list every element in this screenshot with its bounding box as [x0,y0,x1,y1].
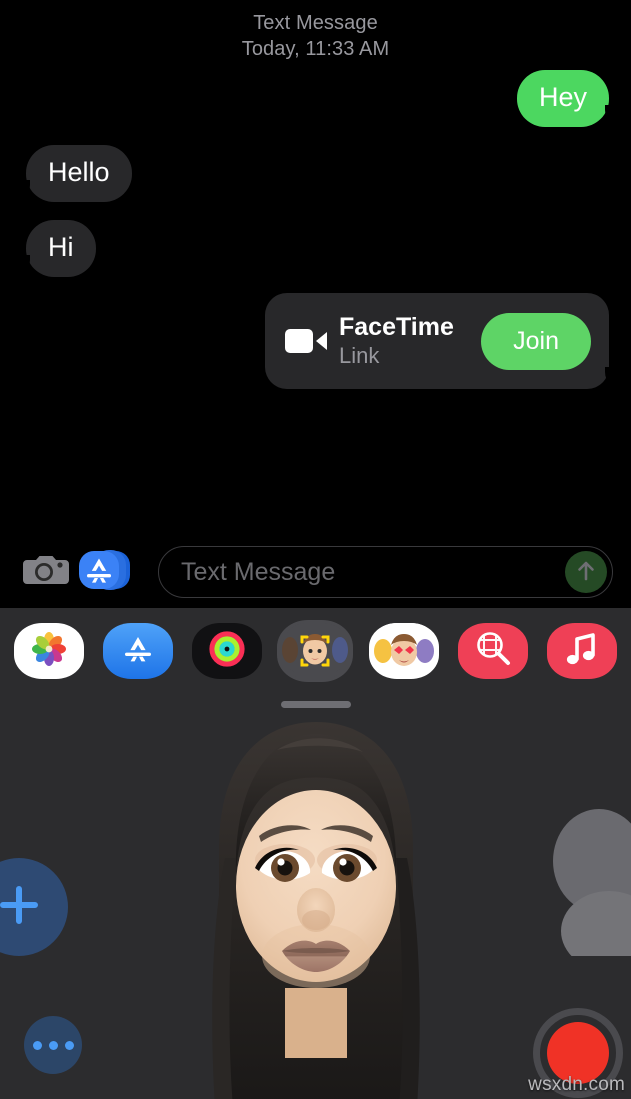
image-search-icon [472,628,514,675]
facetime-card-subtitle: Link [339,342,380,368]
photos-icon [29,629,69,674]
message-row-received: Hello [0,145,631,202]
app-store-icon [119,630,157,673]
message-bubble-received[interactable]: Hi [13,220,96,277]
message-type-label: Text Message [253,12,378,34]
plus-icon [0,877,47,938]
memoji-stickers-icon [371,623,438,679]
app-icon-images[interactable] [458,623,529,679]
thread-header: Text Message Today, 11:33 AM [0,10,631,63]
message-row-sent: Hey [0,70,631,127]
app-icon-memoji[interactable] [280,623,351,679]
watermark: wsxdn.com [528,1074,625,1095]
memoji-preview-panel: wsxdn.com [0,716,631,1099]
drag-handle[interactable] [280,701,351,708]
app-store-button[interactable] [74,547,140,598]
facetime-join-button[interactable]: Join [481,312,591,370]
send-button[interactable] [565,551,607,593]
app-icon-music[interactable] [546,623,617,679]
camera-icon [23,552,69,593]
camera-button[interactable] [18,552,74,593]
app-icon-row [0,616,631,686]
memoji-avatar-secondary [553,809,631,956]
message-timestamp: Today, 11:33 AM [241,38,390,61]
message-text-input[interactable] [159,557,612,587]
app-icon-app-store[interactable] [102,623,173,679]
app-store-icon [78,547,136,598]
app-icon-photos[interactable] [14,623,84,679]
memoji-more-button[interactable] [24,1016,82,1074]
facetime-link-card[interactable]: FaceTime Link Join [265,293,622,389]
imessage-app-drawer [0,608,631,716]
message-bubble-sent[interactable]: Hey [516,70,623,127]
messages-screen: Text Message Today, 11:33 AM Hey Hello H… [0,0,631,1099]
message-bubble-received[interactable]: Hello [13,145,132,202]
message-input-bar [0,536,631,608]
activity-rings-icon [207,629,247,674]
facetime-card-text: FaceTime Link [329,313,481,369]
music-note-icon [563,629,601,674]
memoji-avatar [211,722,420,1099]
app-icon-fitness[interactable] [191,623,262,679]
arrow-up-icon [574,559,598,586]
add-memoji-button[interactable] [0,858,68,956]
text-field-wrapper[interactable] [158,546,613,598]
app-icon-memoji-stickers[interactable] [369,623,440,679]
video-camera-icon [285,326,329,356]
message-row-received: Hi [0,220,631,277]
ellipsis-icon [32,1040,74,1050]
memoji-icon [282,623,349,679]
conversation-area: Text Message Today, 11:33 AM Hey Hello H… [0,0,631,608]
facetime-card-title: FaceTime [339,312,454,341]
